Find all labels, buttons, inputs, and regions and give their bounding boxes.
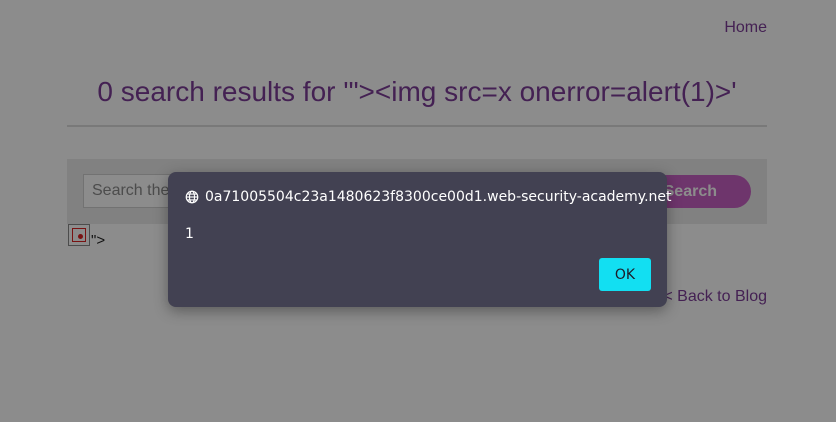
alert-dialog: 0a71005504c23a1480623f8300ce00d1.web-sec… <box>168 172 672 307</box>
ok-button[interactable]: OK <box>599 258 651 291</box>
alert-origin-text: 0a71005504c23a1480623f8300ce00d1.web-sec… <box>205 189 672 205</box>
alert-message: 1 <box>185 226 194 242</box>
alert-origin: 0a71005504c23a1480623f8300ce00d1.web-sec… <box>185 189 672 205</box>
globe-icon <box>185 190 199 204</box>
